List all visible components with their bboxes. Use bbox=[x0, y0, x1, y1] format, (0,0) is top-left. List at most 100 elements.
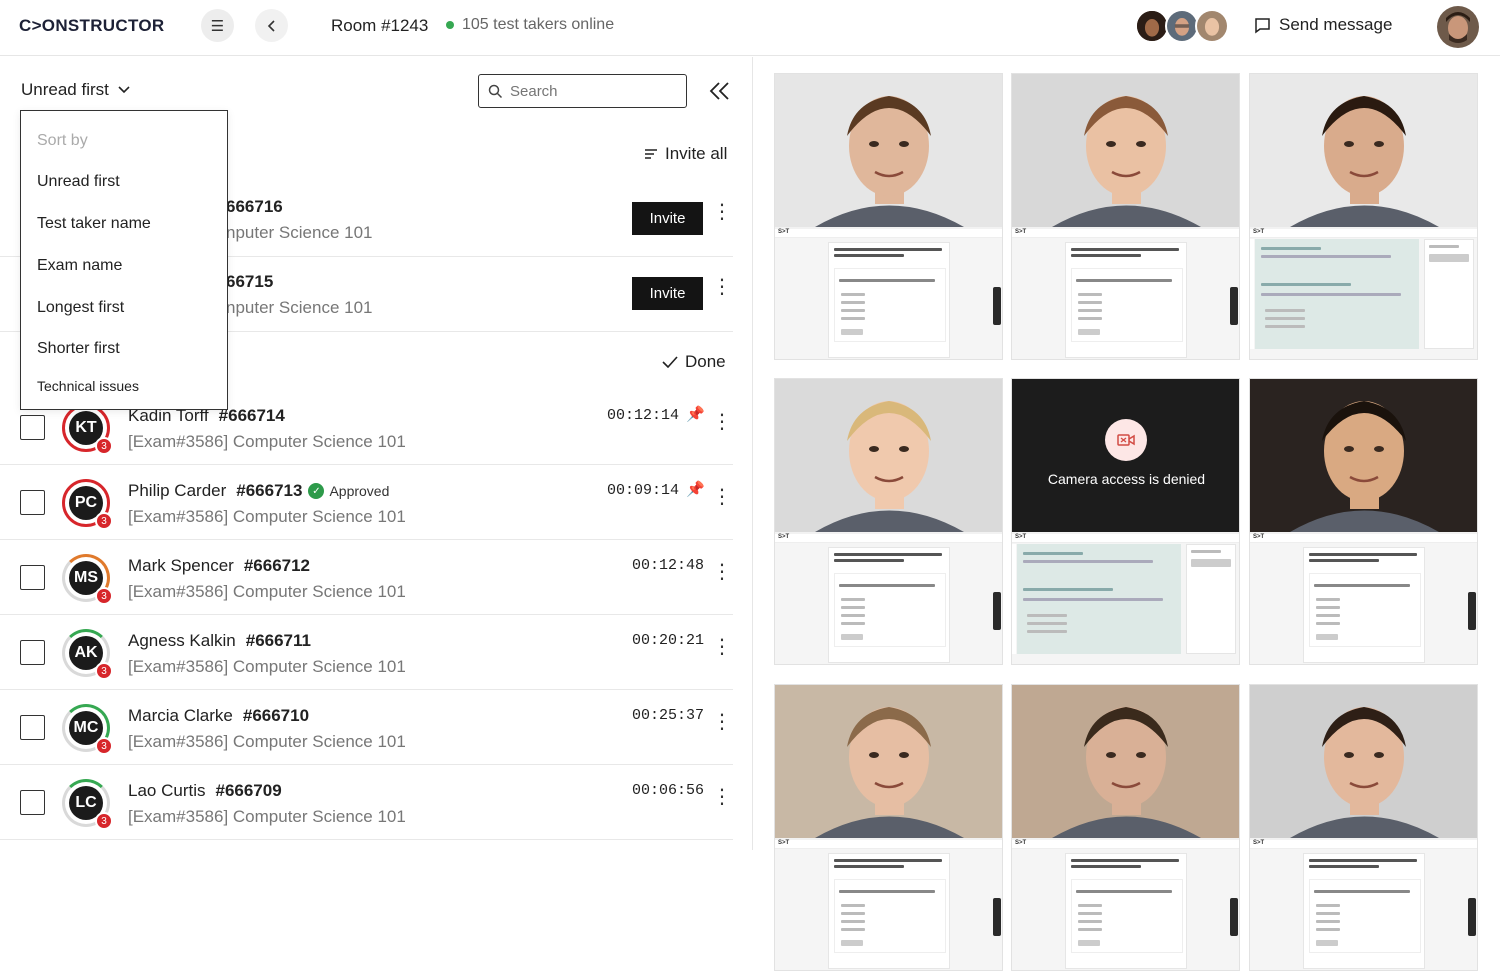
more-options-icon[interactable]: ⋮ bbox=[712, 277, 732, 297]
webcam-feed bbox=[1012, 74, 1239, 227]
avatar bbox=[1165, 9, 1199, 43]
room-title: Room #1243 bbox=[331, 16, 429, 35]
row-checkbox[interactable] bbox=[20, 640, 45, 665]
elapsed-time: 00:12:48 bbox=[632, 557, 705, 574]
done-section-header[interactable]: Done bbox=[662, 352, 726, 372]
elapsed-time: 00:25:37 bbox=[632, 707, 705, 724]
row-checkbox[interactable] bbox=[20, 490, 45, 515]
pin-icon[interactable]: 📌 bbox=[686, 480, 705, 498]
more-options-icon[interactable]: ⋮ bbox=[712, 487, 732, 507]
test-taker-video-tile[interactable]: S>T bbox=[774, 684, 1003, 971]
search-box[interactable] bbox=[478, 74, 687, 108]
screen-share: S>T bbox=[1250, 840, 1477, 970]
table-row[interactable]: AK 3 Agness Kalkin #666711 [Exam#3586] Com… bbox=[0, 615, 733, 690]
row-checkbox[interactable] bbox=[20, 565, 45, 590]
search-input[interactable] bbox=[510, 82, 660, 100]
collapse-panel-button[interactable] bbox=[709, 77, 731, 108]
test-taker-video-tile[interactable]: S>T bbox=[774, 378, 1003, 665]
check-icon bbox=[662, 356, 678, 368]
test-taker-video-tile[interactable]: S>T bbox=[1249, 73, 1478, 360]
elapsed-time: 00:09:14 bbox=[607, 482, 680, 499]
online-count: 105 test takers online bbox=[462, 16, 615, 33]
test-taker-video-tile[interactable]: S>T bbox=[774, 73, 1003, 360]
avatar: AK 3 bbox=[62, 629, 113, 680]
screen-share: S>T bbox=[1250, 229, 1477, 359]
webcam-feed bbox=[1250, 379, 1477, 532]
constructor-logo[interactable]: C>ONSTRUCTOR bbox=[19, 16, 164, 36]
avatar bbox=[1195, 9, 1229, 43]
pin-icon[interactable]: 📌 bbox=[686, 405, 705, 423]
proctor-avatars[interactable] bbox=[1135, 9, 1231, 43]
webcam-feed bbox=[775, 379, 1002, 532]
screen-share: S>T bbox=[1012, 229, 1239, 359]
more-options-icon[interactable]: ⋮ bbox=[712, 412, 732, 432]
sort-option-exam-name[interactable]: Exam name bbox=[37, 257, 122, 275]
menu-button[interactable]: ☰ bbox=[201, 9, 234, 42]
more-options-icon[interactable]: ⋮ bbox=[712, 712, 732, 732]
back-button[interactable] bbox=[255, 9, 288, 42]
top-bar: C>ONSTRUCTOR ☰ Room #1243 105 test taker… bbox=[0, 0, 1500, 56]
screen-share: S>T bbox=[775, 534, 1002, 664]
screen-share: S>T bbox=[1250, 534, 1477, 664]
more-options-icon[interactable]: ⋮ bbox=[712, 562, 732, 582]
test-taker-name: Marcia Clarke #666710 bbox=[128, 706, 310, 725]
avatar: PC 3 bbox=[62, 479, 113, 530]
row-checkbox[interactable] bbox=[20, 790, 45, 815]
sort-dropdown[interactable]: Unread first bbox=[21, 80, 131, 100]
avatar bbox=[1135, 9, 1169, 43]
chevron-left-icon bbox=[267, 19, 275, 32]
elapsed-time: 00:20:21 bbox=[632, 632, 705, 649]
test-taker-video-tile[interactable]: S>T bbox=[1249, 378, 1478, 665]
camera-denied-text: Camera access is denied bbox=[1047, 471, 1206, 487]
chevron-down-icon bbox=[118, 86, 130, 94]
exam-name: [Exam#3586] Computer Science 101 bbox=[128, 432, 406, 451]
camera-denied-panel: Camera access is denied bbox=[1012, 379, 1239, 532]
more-options-icon[interactable]: ⋮ bbox=[712, 202, 732, 222]
notification-badge: 3 bbox=[95, 662, 113, 680]
invite-all-label: Invite all bbox=[665, 144, 728, 163]
sort-label: Unread first bbox=[21, 80, 109, 99]
more-options-icon[interactable]: ⋮ bbox=[712, 787, 732, 807]
exam-name: [Exam#3586] Computer Science 101 bbox=[128, 582, 406, 601]
test-taker-name: Lao Curtis #666709 bbox=[128, 781, 282, 800]
test-taker-video-tile[interactable]: S>T bbox=[1011, 73, 1240, 360]
elapsed-time: 00:06:56 bbox=[632, 782, 705, 799]
table-row[interactable]: MC 3 Marcia Clarke #666710 [Exam#3586] Com… bbox=[0, 690, 733, 765]
test-taker-video-tile[interactable]: S>T bbox=[1011, 684, 1240, 971]
pending-id: 66715 bbox=[226, 272, 274, 291]
sort-option-longest-first[interactable]: Longest first bbox=[37, 299, 124, 317]
notification-badge: 3 bbox=[95, 512, 113, 530]
more-options-icon[interactable]: ⋮ bbox=[712, 637, 732, 657]
screen-share: S>T bbox=[1012, 840, 1239, 970]
row-checkbox[interactable] bbox=[20, 715, 45, 740]
webcam-feed bbox=[1250, 74, 1477, 227]
test-taker-video-tile[interactable]: S>T bbox=[1249, 684, 1478, 971]
sort-option-shorter-first[interactable]: Shorter first bbox=[37, 340, 120, 358]
online-dot-icon bbox=[446, 21, 454, 29]
notification-badge: 3 bbox=[95, 812, 113, 830]
list-filter-icon bbox=[645, 149, 657, 159]
search-icon bbox=[488, 84, 503, 98]
notification-badge: 3 bbox=[95, 737, 113, 755]
webcam-feed bbox=[1012, 685, 1239, 838]
test-taker-video-tile[interactable]: Camera access is denied S>T bbox=[1011, 378, 1240, 665]
invite-button[interactable]: Invite bbox=[632, 202, 703, 235]
sort-option-unread-first[interactable]: Unread first bbox=[37, 173, 120, 191]
notification-badge: 3 bbox=[95, 587, 113, 605]
sort-option-test-taker-name[interactable]: Test taker name bbox=[37, 215, 151, 233]
sort-option-technical-issues[interactable]: Technical issues bbox=[37, 378, 139, 394]
table-row[interactable]: MS 3 Mark Spencer #666712 [Exam#3586] Comp… bbox=[0, 540, 733, 615]
message-icon bbox=[1255, 17, 1270, 33]
invite-all-button[interactable]: Invite all bbox=[644, 144, 727, 164]
table-row[interactable]: PC 3 Philip Carder #666713 ✓ Approved [Exam#… bbox=[0, 465, 733, 540]
user-avatar[interactable] bbox=[1437, 6, 1479, 48]
send-message-button[interactable]: Send message bbox=[1254, 15, 1392, 35]
approved-badge: ✓ Approved bbox=[308, 483, 389, 499]
exam-name: [Exam#3586] Computer Science 101 bbox=[128, 807, 406, 826]
exam-name: [Exam#3586] Computer Science 101 bbox=[128, 507, 406, 526]
camera-off-icon bbox=[1105, 419, 1147, 461]
hamburger-icon: ☰ bbox=[210, 17, 225, 35]
table-row[interactable]: LC 3 Lao Curtis #666709 [Exam#3586] Comput… bbox=[0, 765, 733, 840]
invite-button[interactable]: Invite bbox=[632, 277, 703, 310]
row-checkbox[interactable] bbox=[20, 415, 45, 440]
